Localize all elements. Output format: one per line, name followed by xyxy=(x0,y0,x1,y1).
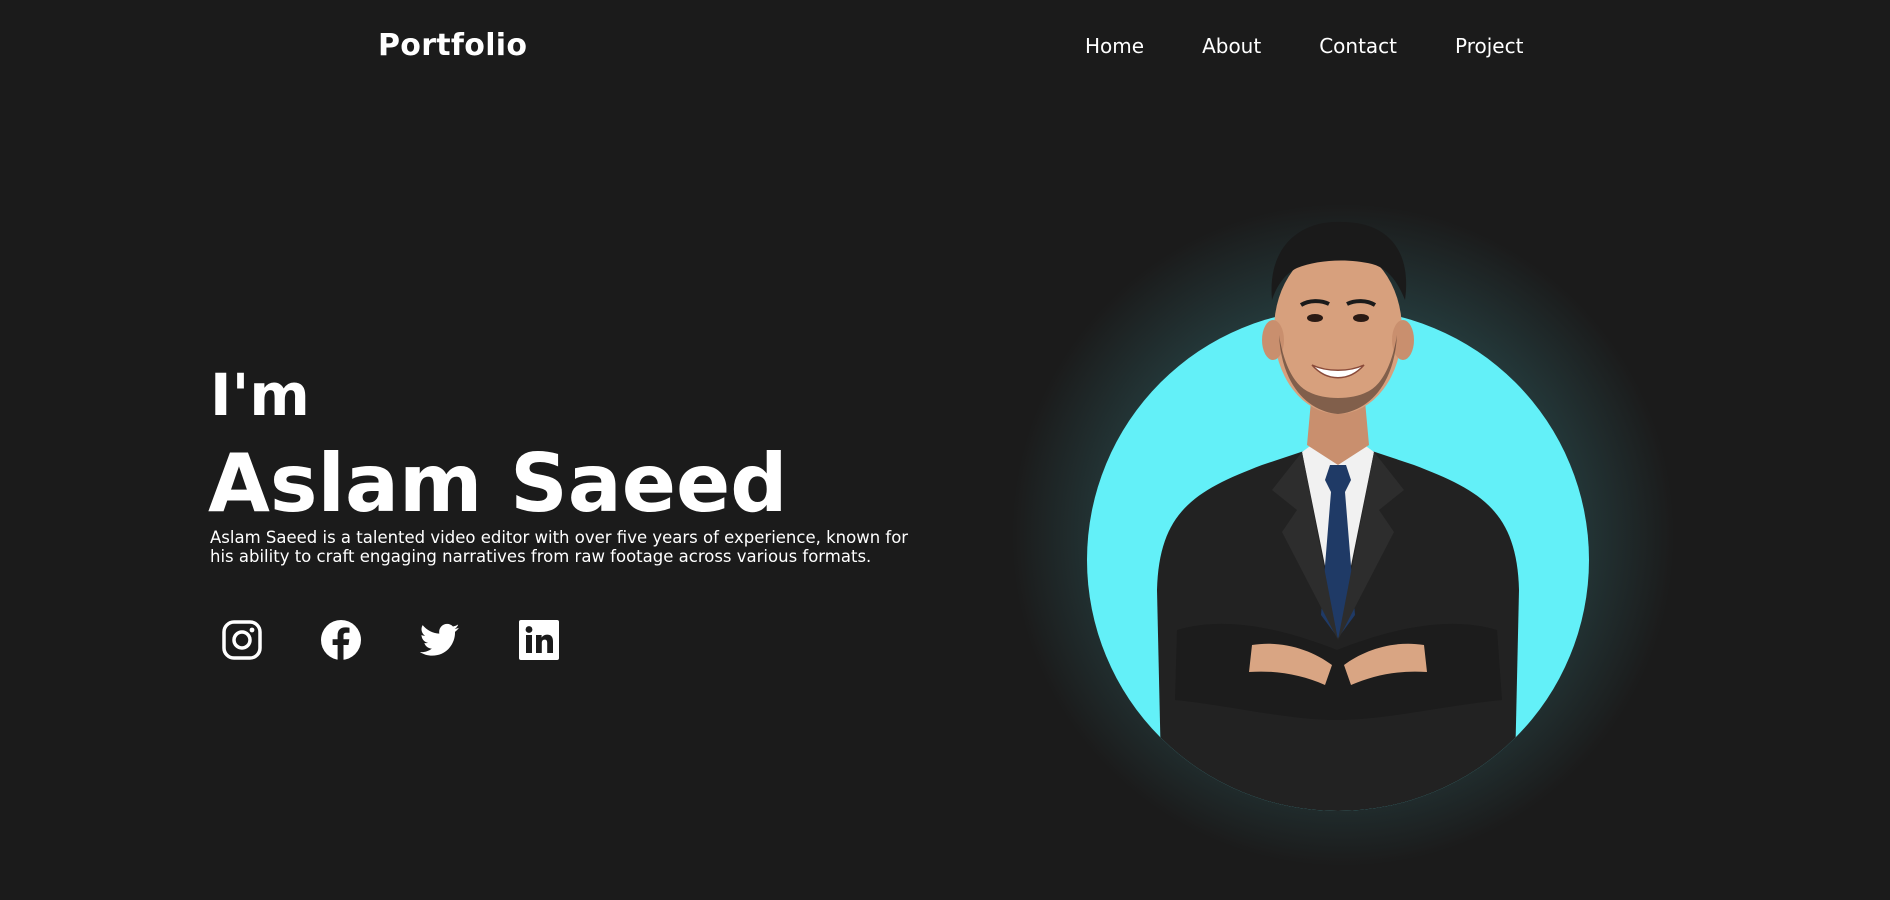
profile-portrait xyxy=(1087,221,1589,811)
nav-home-link[interactable]: Home xyxy=(1085,34,1144,58)
hero-description: Aslam Saeed is a talented video editor w… xyxy=(210,528,909,566)
nav-contact-link[interactable]: Contact xyxy=(1319,34,1397,58)
twitter-link[interactable] xyxy=(418,618,462,662)
nav-about-link[interactable]: About xyxy=(1202,34,1261,58)
facebook-icon xyxy=(321,620,361,660)
main-nav: Home About Contact Project xyxy=(1085,34,1523,58)
instagram-icon xyxy=(222,620,262,660)
nav-project-link[interactable]: Project xyxy=(1455,34,1523,58)
facebook-link[interactable] xyxy=(319,618,363,662)
linkedin-icon xyxy=(519,620,559,660)
social-links xyxy=(220,618,616,662)
instagram-link[interactable] xyxy=(220,618,264,662)
site-logo[interactable]: Portfolio xyxy=(378,28,527,63)
linkedin-link[interactable] xyxy=(517,618,561,662)
hero-greeting: I'm xyxy=(210,361,310,429)
page: Portfolio Home About Contact Project I'm… xyxy=(0,0,1890,900)
twitter-icon xyxy=(419,623,460,656)
hero-name: Aslam Saeed xyxy=(208,437,788,530)
